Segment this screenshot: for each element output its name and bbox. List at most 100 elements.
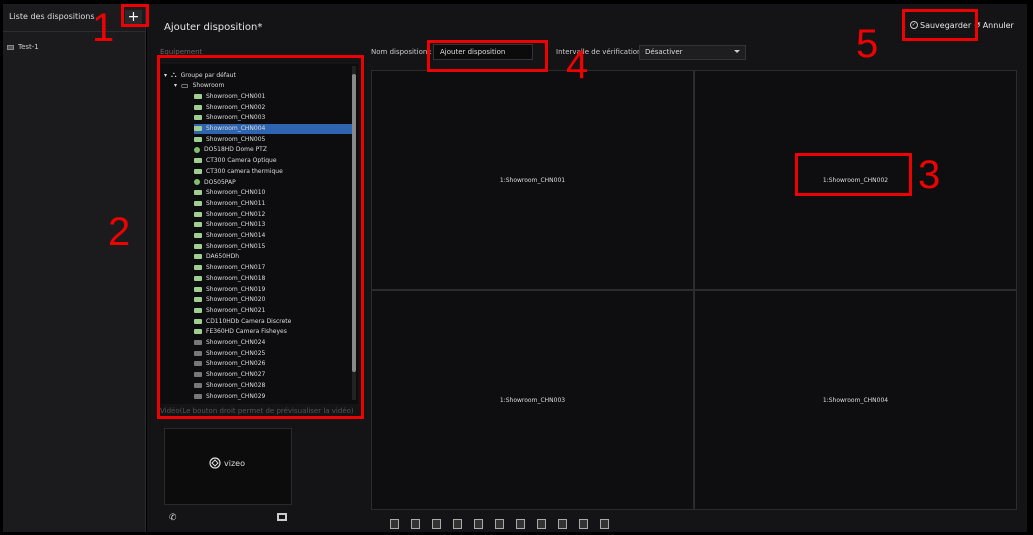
interval-select[interactable]: Désactiver (639, 45, 746, 60)
tree-item-label: CD110HDb Camera Discrete (206, 317, 292, 325)
tree-item[interactable]: FE360HD Camera Fisheyes (194, 327, 352, 337)
layout-item-test-1[interactable]: Test-1 (7, 42, 39, 52)
tree-item[interactable]: Showroom_CHN004 (194, 123, 352, 134)
tree-item-label: Showroom_CHN011 (206, 199, 266, 207)
tree-item-label: CT300 Camera Optique (206, 157, 277, 165)
camera-icon (194, 158, 202, 164)
layout-1x1-icon[interactable] (390, 519, 399, 529)
save-button[interactable]: ✓ Sauvegarder (910, 18, 971, 32)
dome-icon (194, 179, 200, 185)
camera-offline-icon (194, 372, 202, 378)
layout-6-icon[interactable] (453, 519, 462, 529)
phone-icon[interactable]: ✆ (169, 513, 177, 523)
tree-item[interactable]: ▾ ⛬ Groupe par défaut (164, 70, 352, 80)
layout-10-icon[interactable] (516, 519, 525, 529)
tree-item[interactable]: Showroom_CHN026 (194, 359, 352, 369)
expand-chevron-icon[interactable]: ▾ (164, 72, 167, 79)
tree-item[interactable]: Showroom_CHN010 (194, 188, 352, 198)
tree-item-label: Showroom_CHN018 (206, 274, 266, 282)
tree-item[interactable]: Showroom_CHN025 (194, 348, 352, 358)
tree-item-label: Showroom_CHN028 (206, 381, 266, 389)
layout-2-icon[interactable] (411, 519, 420, 529)
tree-item[interactable]: CD110HDb Camera Discrete (194, 316, 352, 326)
layout-list-header: Liste des dispositions + (3, 4, 146, 32)
grid-cell-4[interactable]: 1:Showroom_CHN004 (694, 290, 1017, 510)
device-tree[interactable]: ▾ ⛬ Groupe par défaut ▾ ▭ Showroom Showroom_CH… (160, 64, 358, 404)
camera-icon (194, 115, 202, 121)
tree-item-label: DA650HDh (206, 253, 240, 261)
camera-icon (194, 297, 202, 303)
page-title: Ajouter disposition* (164, 22, 263, 33)
camera-icon (194, 307, 202, 313)
layout-16-icon[interactable] (558, 519, 567, 529)
camera-icon (194, 190, 202, 196)
cancel-button[interactable]: ↺ Annuler (974, 18, 1014, 32)
tree-item[interactable]: Showroom_CHN011 (194, 198, 352, 208)
tree-item[interactable]: Showroom_CHN019 (194, 284, 352, 294)
tree-item[interactable]: Showroom_CHN017 (194, 263, 352, 273)
tree-item[interactable]: Showroom_CHN015 (194, 241, 352, 251)
tree-item[interactable]: Showroom_CHN021 (194, 305, 352, 315)
layout-9-icon[interactable] (495, 519, 504, 529)
grid-cell-1[interactable]: 1:Showroom_CHN001 (371, 70, 694, 290)
tree-item[interactable]: Showroom_CHN029 (194, 391, 352, 401)
tree-item[interactable]: Showroom_CHN003 (194, 113, 352, 123)
group-icon: ⛬ (171, 70, 177, 79)
layout-4-icon[interactable] (432, 519, 441, 529)
grid-cell-2[interactable]: 1:Showroom_CHN002 (694, 70, 1017, 290)
preview-hint: Vidéo(Le bouton droit permet de prévisua… (160, 407, 354, 415)
device-tree-scrollbar[interactable] (352, 66, 356, 400)
camera-icon (194, 104, 202, 110)
camera-icon (194, 254, 202, 260)
layout-36-icon[interactable] (600, 519, 609, 529)
tree-item[interactable]: DO505PAP (194, 177, 352, 187)
layout-item-label: Test-1 (18, 43, 39, 51)
camera-icon (194, 329, 202, 335)
save-label: Sauvegarder (920, 20, 972, 30)
camera-icon (194, 318, 202, 324)
tree-item[interactable]: Showroom_CHN014 (194, 231, 352, 241)
layout-8-icon[interactable] (474, 519, 483, 529)
layout-name-input[interactable]: Ajouter disposition (433, 44, 533, 60)
tree-item[interactable]: Showroom_CHN024 (194, 338, 352, 348)
tree-item-label: Showroom_CHN017 (206, 264, 266, 272)
camera-icon (194, 200, 202, 206)
add-layout-button[interactable]: + (125, 10, 142, 27)
tree-item[interactable]: Showroom_CHN002 (194, 102, 352, 112)
camera-offline-icon (194, 393, 202, 399)
camera-icon (194, 168, 202, 174)
tree-item[interactable]: DO518HD Dome PTZ (194, 145, 352, 155)
tree-item[interactable]: Showroom_CHN001 (194, 91, 352, 101)
camera-offline-icon (194, 350, 202, 356)
scrollbar-thumb[interactable] (352, 74, 356, 372)
grid-cell-3[interactable]: 1:Showroom_CHN003 (371, 290, 694, 510)
tree-item[interactable]: DA650HDh (194, 252, 352, 262)
tree-item[interactable]: Showroom_CHN005 (194, 134, 352, 144)
tree-item[interactable]: Showroom_CHN028 (194, 380, 352, 390)
expand-chevron-icon[interactable]: ▾ (174, 82, 177, 89)
tree-item-label: Showroom_CHN029 (206, 392, 266, 400)
layout-list-title: Liste des dispositions (9, 12, 95, 21)
tree-item[interactable]: Showroom_CHN012 (194, 209, 352, 219)
tree-item[interactable]: Showroom_CHN020 (194, 295, 352, 305)
vizeo-logo: vizeo (209, 457, 245, 469)
tree-item[interactable]: Showroom_CHN013 (194, 220, 352, 230)
equipment-label: Equipement (160, 48, 203, 56)
check-circle-icon: ✓ (910, 21, 918, 29)
camera-icon (194, 233, 202, 238)
layout-list-panel: Liste des dispositions + Test-1 (3, 4, 146, 532)
undo-icon: ↺ (974, 20, 981, 30)
camera-icon (194, 222, 202, 228)
layout-25-icon[interactable] (579, 519, 588, 529)
cell-label: 1:Showroom_CHN003 (499, 396, 566, 404)
camera-icon (194, 136, 202, 142)
tree-item[interactable]: CT300 camera thermique (194, 166, 352, 176)
tree-item-label: Showroom_CHN013 (206, 221, 266, 229)
layout-13-icon[interactable] (537, 519, 546, 529)
tree-item[interactable]: CT300 Camera Optique (194, 156, 352, 166)
tree-item[interactable]: Showroom_CHN018 (194, 273, 352, 283)
camera-icon (194, 126, 202, 131)
tree-item[interactable]: Showroom_CHN027 (194, 370, 352, 380)
fullscreen-icon[interactable] (277, 513, 287, 521)
tree-item[interactable]: ▾ ▭ Showroom (174, 81, 352, 91)
